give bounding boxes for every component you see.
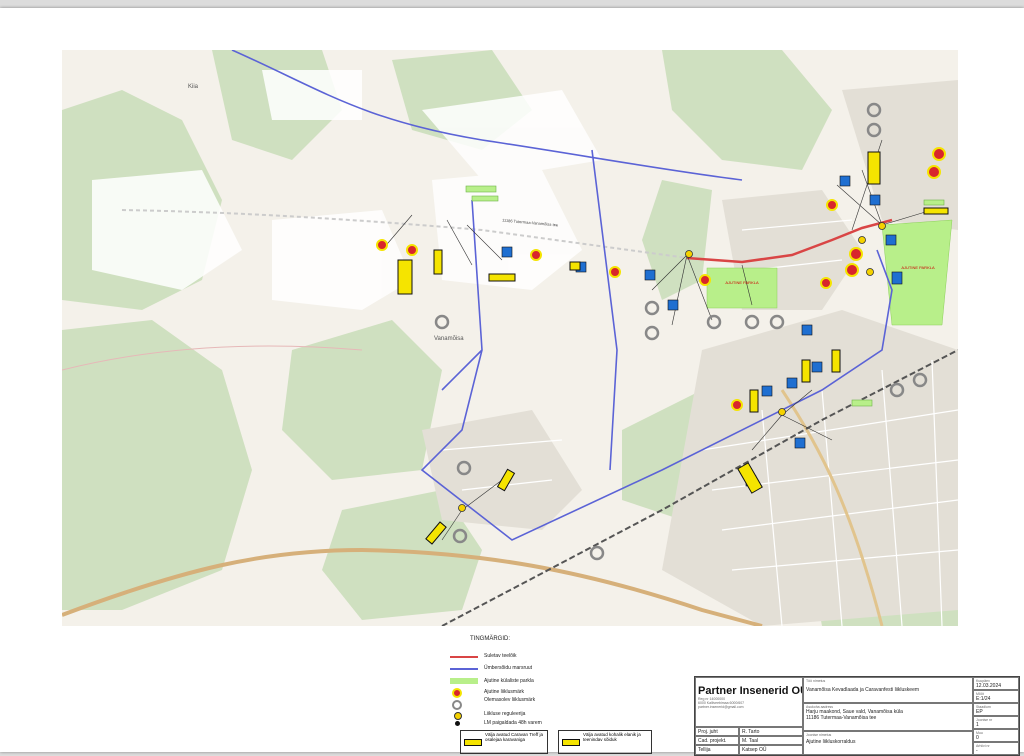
legend-lm-icon — [455, 721, 460, 726]
company-cell: Partner Insenerid OÜ Reg nr 14000000 600… — [695, 677, 803, 727]
legend-closed-label: Suletav teelõik — [484, 653, 517, 659]
sheet-value: 1 — [976, 722, 979, 728]
legend-local-box: Välja avatud kohalik elanik ja teenindav… — [558, 730, 652, 754]
cad-label: Cad. projekt. — [695, 736, 739, 745]
legend-title: TINGMÄRGID: — [470, 636, 510, 642]
traffic-map: Kiia Vanamõisa 11186 Tutermaa-Vanamõisa … — [62, 50, 958, 626]
company-name: Partner Insenerid OÜ — [698, 685, 803, 697]
client-label: Tellija — [695, 745, 739, 755]
legend-caravan-box: Välja avatud Caravan Treff ja osalejaa k… — [460, 730, 548, 754]
map-legend: TINGMÄRGID: Suletav teelõik Ümbersõidu m… — [450, 634, 690, 754]
rev-value: 0 — [976, 735, 979, 741]
legend-parking-swatch — [450, 678, 478, 684]
legend-local-icon — [562, 739, 580, 746]
work-title-cell: Töö nimetus Vanamõisa Kevadlaada ja Cara… — [803, 677, 973, 703]
address-cell: Asukoha aadress Harju maakond, Saue vald… — [803, 703, 973, 731]
rev-cell: Muu 0 — [973, 729, 1019, 742]
drawing-title-cell: Joonise nimetus Ajutine liikluskorraldus — [803, 731, 973, 755]
legend-temp-sign-icon — [452, 688, 462, 698]
legend-detour-line — [450, 668, 478, 670]
archive-cell: Arhiivi nr - — [973, 742, 1019, 755]
company-info-3: partner.insenerid@gmail.com — [698, 705, 744, 709]
drawing-sheet: Kiia Vanamõisa 11186 Tutermaa-Vanamõisa … — [0, 8, 1024, 756]
legend-local-label: Välja avatud kohalik elanik ja teenindav… — [583, 732, 641, 742]
title-block: Partner Insenerid OÜ Reg nr 14000000 600… — [694, 676, 1020, 756]
legend-regulator-icon — [454, 712, 462, 720]
legend-parking-label: Ajutine külaliste parkla — [484, 678, 534, 684]
drawing-title: Ajutine liikluskorraldus — [806, 739, 856, 745]
place-label-kiia: Kiia — [188, 84, 199, 90]
sheet-cell: Joonise nr 1 — [973, 716, 1019, 729]
work-title: Vanamõisa Kevadlaada ja Caravanfesti lii… — [806, 687, 920, 693]
legend-closed-line — [450, 656, 478, 658]
legend-regulator-label: Liikluse reguleerija — [484, 711, 526, 717]
date-cell: Kuupäev 12.03.2024 — [973, 677, 1019, 690]
legend-caravan-label: Välja avatud Caravan Treff ja osalejaa k… — [485, 732, 543, 742]
place-label-vanamoisa: Vanamõisa — [434, 336, 464, 342]
legend-temp-sign-label: Ajutine liiklusmärk — [484, 689, 525, 695]
stage-value: EP — [976, 709, 983, 715]
parking-label-b: AJUTINE PARKLA — [901, 265, 935, 270]
legend-existing-sign-icon — [452, 700, 462, 710]
parking-label-a: AJUTINE PARKLA — [725, 280, 759, 285]
archive-value: - — [976, 748, 978, 754]
client-value: Katsep OÜ — [739, 745, 803, 755]
scale-value: E:1/24 — [976, 696, 991, 702]
date-value: 12.03.2024 — [976, 683, 1002, 689]
legend-caravan-icon — [464, 739, 482, 746]
work-title-caption: Töö nimetus — [806, 679, 826, 683]
address-line-2: 11186 Tutermaa-Vanamõisa tee — [806, 715, 877, 721]
drawing-title-caption: Joonise nimetus — [806, 733, 832, 737]
field-areas — [92, 70, 602, 310]
stage-cell: Staadium EP — [973, 703, 1019, 716]
map-canvas — [62, 50, 958, 626]
legend-detour-label: Ümbersõidu marsruut — [484, 665, 533, 671]
proj-label: Proj. juht — [695, 727, 739, 736]
cad-value: M. Taal — [739, 736, 803, 745]
legend-existing-sign-label: Olemasolev liiklusmärk — [484, 697, 536, 703]
proj-value: R. Tarto — [739, 727, 803, 736]
legend-lm-label: LM paigaldada 48h varem — [484, 720, 542, 726]
scale-cell: Mõõt E:1/24 — [973, 690, 1019, 703]
